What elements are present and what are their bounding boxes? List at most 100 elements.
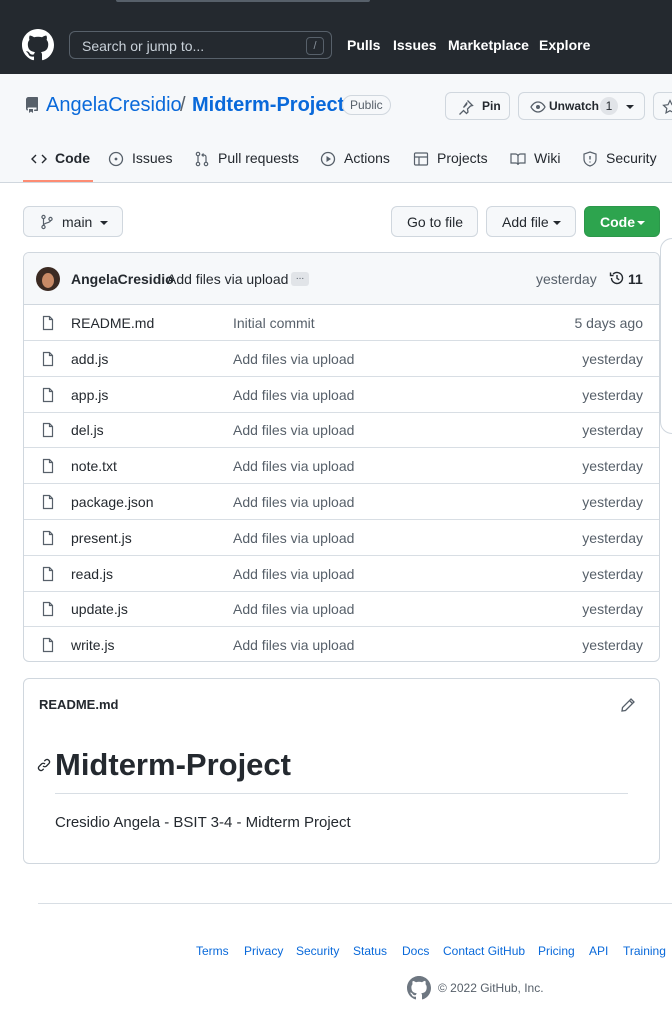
footer-link-training[interactable]: Training (623, 944, 666, 958)
footer-link-docs[interactable]: Docs (402, 944, 429, 958)
file-commit-message[interactable]: Add files via upload (233, 566, 354, 582)
file-commit-message[interactable]: Add files via upload (233, 458, 354, 474)
file-name-link[interactable]: update.js (71, 601, 128, 617)
nav-marketplace[interactable]: Marketplace (448, 37, 529, 53)
file-name-link[interactable]: add.js (71, 351, 108, 367)
github-logo-icon[interactable] (22, 29, 54, 61)
file-row[interactable]: note.txt Add files via upload yesterday (24, 448, 659, 485)
file-name-link[interactable]: README.md (71, 315, 154, 331)
file-commit-message[interactable]: Add files via upload (233, 637, 354, 653)
link-icon[interactable] (36, 757, 52, 773)
file-commit-message[interactable]: Initial commit (233, 315, 315, 331)
file-commit-date: 5 days ago (574, 315, 644, 331)
latest-commit-bar: AngelaCresidio Add files via upload ... … (24, 253, 659, 305)
code-button[interactable]: Code (584, 206, 660, 237)
watch-count: 1 (600, 97, 618, 115)
file-name-link[interactable]: write.js (71, 637, 115, 653)
branch-name: main (62, 214, 93, 230)
add-file-button[interactable]: Add file (486, 206, 576, 237)
file-browser: AngelaCresidio Add files via upload ... … (23, 252, 660, 662)
file-row[interactable]: read.js Add files via upload yesterday (24, 556, 659, 592)
nav-pulls[interactable]: Pulls (347, 37, 380, 53)
file-commit-message[interactable]: Add files via upload (233, 387, 354, 403)
footer-link-status[interactable]: Status (353, 944, 387, 958)
file-icon (42, 423, 54, 438)
file-name-link[interactable]: del.js (71, 422, 104, 438)
file-name-link[interactable]: present.js (71, 530, 132, 546)
file-icon (42, 566, 54, 581)
repo-name-link[interactable]: Midterm-Project (192, 94, 344, 117)
file-name-link[interactable]: package.json (71, 494, 154, 510)
unwatch-label: Unwatch (549, 99, 600, 113)
tab-label: Actions (344, 150, 390, 166)
file-commit-message[interactable]: Add files via upload (233, 351, 354, 367)
commit-expand-button[interactable]: ... (291, 272, 309, 286)
repo-owner-link[interactable]: AngelaCresidio (46, 94, 182, 117)
unwatch-button[interactable]: Unwatch 1 (518, 92, 645, 120)
commit-author-link[interactable]: AngelaCresidio (71, 271, 174, 287)
branch-select-button[interactable]: main (23, 206, 123, 237)
tab-label: Issues (132, 150, 173, 166)
file-commit-message[interactable]: Add files via upload (233, 530, 354, 546)
pencil-icon[interactable] (620, 697, 636, 713)
pin-label: Pin (482, 99, 501, 113)
file-commit-message[interactable]: Add files via upload (233, 422, 354, 438)
file-row[interactable]: del.js Add files via upload yesterday (24, 412, 659, 449)
search-input[interactable]: Search or jump to... / (69, 31, 332, 59)
file-row[interactable]: update.js Add files via upload yesterday (24, 591, 659, 628)
play-icon (320, 151, 336, 167)
chevron-down-icon (626, 105, 634, 109)
repo-header (0, 74, 672, 183)
file-commit-date: yesterday (582, 350, 643, 367)
file-commit-date: yesterday (582, 386, 643, 403)
book-icon (510, 153, 526, 166)
file-commit-date: yesterday (582, 422, 643, 439)
file-commit-date: yesterday (582, 637, 643, 654)
file-row[interactable]: write.js Add files via upload yesterday (24, 627, 659, 661)
file-icon (42, 387, 54, 402)
file-icon (42, 351, 54, 366)
git-branch-icon (41, 214, 53, 230)
tab-label: Wiki (534, 150, 561, 166)
file-name-link[interactable]: app.js (71, 387, 108, 403)
footer-link-pricing[interactable]: Pricing (538, 944, 575, 958)
browser-url-strip (116, 0, 370, 2)
nav-issues[interactable]: Issues (393, 37, 437, 53)
file-name-link[interactable]: note.txt (71, 458, 117, 474)
star-button[interactable] (653, 92, 672, 120)
nav-explore[interactable]: Explore (539, 37, 590, 53)
file-row[interactable]: package.json Add files via upload yesterda… (24, 484, 659, 520)
history-icon[interactable] (609, 270, 625, 286)
file-row[interactable]: add.js Add files via upload yesterday (24, 341, 659, 377)
file-commit-date: yesterday (582, 565, 643, 582)
avatar[interactable] (36, 267, 60, 291)
commit-message-link[interactable]: Add files via upload (167, 271, 288, 287)
search-placeholder: Search or jump to... (82, 38, 205, 54)
file-row[interactable]: app.js Add files via upload yesterday (24, 377, 659, 413)
file-name-link[interactable]: read.js (71, 566, 113, 582)
file-commit-message[interactable]: Add files via upload (233, 494, 354, 510)
search-shortcut-key: / (306, 37, 324, 55)
readme-filename[interactable]: README.md (39, 697, 118, 712)
add-file-label: Add file (502, 214, 549, 230)
file-icon (42, 315, 54, 331)
footer-link-api[interactable]: API (589, 944, 608, 958)
copyright-text: © 2022 GitHub, Inc. (438, 981, 544, 995)
chevron-down-icon (637, 221, 645, 225)
footer-link-security[interactable]: Security (296, 944, 339, 958)
footer-link-contact[interactable]: Contact GitHub (443, 944, 525, 958)
chevron-down-icon (553, 221, 561, 225)
file-row[interactable]: present.js Add files via upload yesterday (24, 520, 659, 556)
commit-count-link[interactable]: 11 (628, 271, 643, 287)
star-icon (662, 99, 672, 115)
go-to-file-button[interactable]: Go to file (391, 206, 478, 237)
file-row[interactable]: README.md Initial commit 5 days ago (24, 305, 659, 341)
file-commit-date: yesterday (582, 494, 643, 510)
chevron-down-icon (100, 221, 108, 225)
code-icon (31, 154, 47, 164)
pin-button[interactable]: Pin (445, 92, 510, 120)
github-logo-icon[interactable] (407, 976, 431, 1000)
footer-link-terms[interactable]: Terms (196, 944, 229, 958)
footer-link-privacy[interactable]: Privacy (244, 944, 283, 958)
file-commit-message[interactable]: Add files via upload (233, 601, 354, 617)
